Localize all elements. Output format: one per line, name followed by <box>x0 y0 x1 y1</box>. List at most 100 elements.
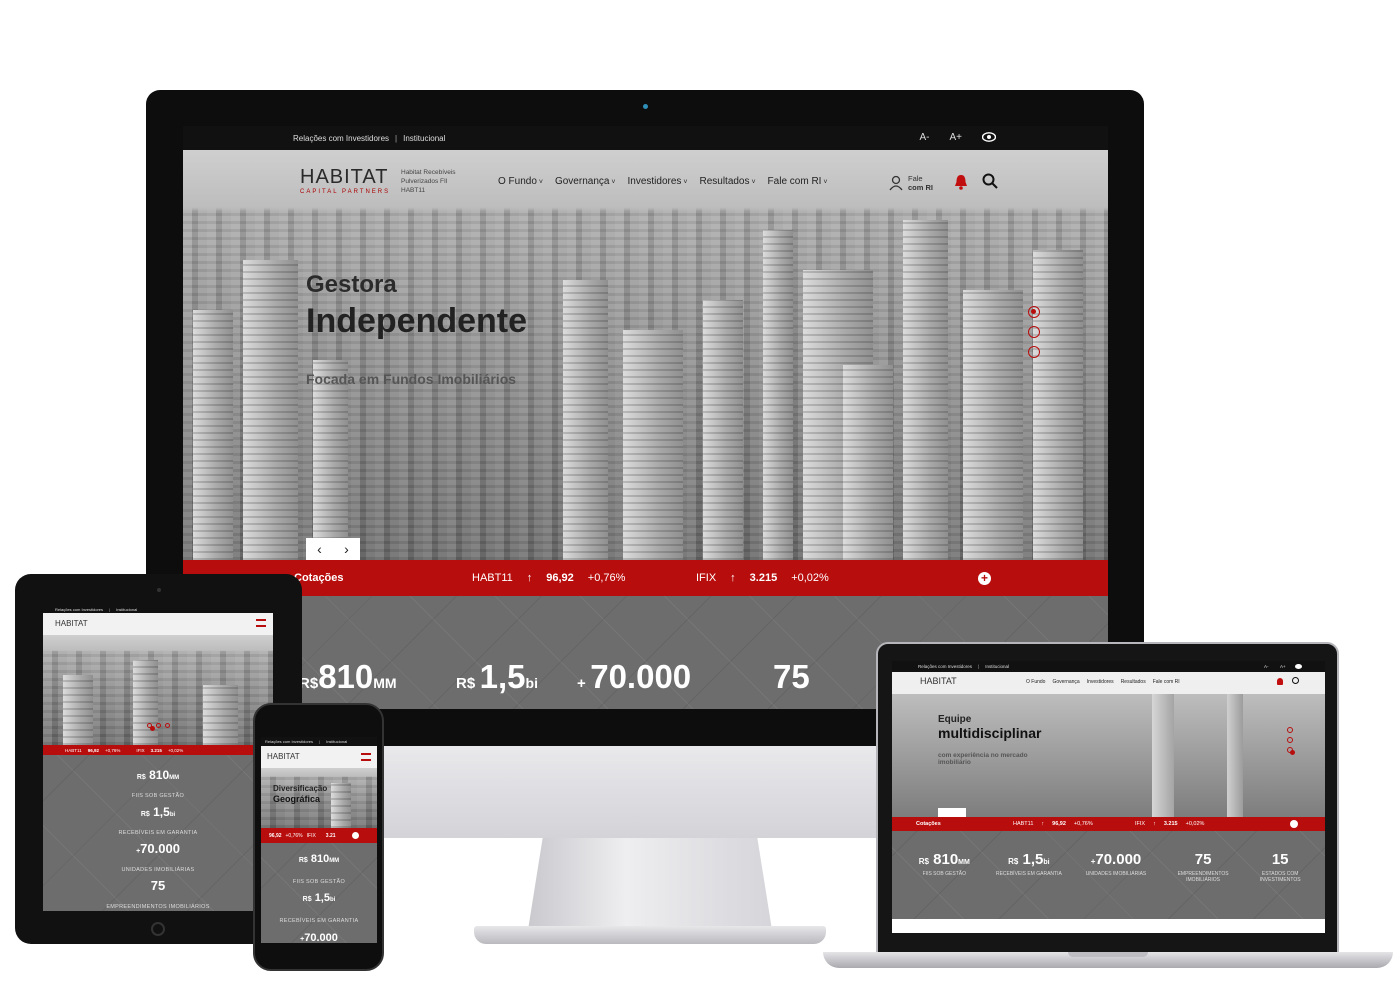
stat-estados: 15 ESTADOS COM INVESTIMENTOS <box>1250 851 1310 883</box>
link-institutional[interactable]: Institucional <box>985 664 1009 669</box>
slider-pagination <box>147 723 170 731</box>
quotes-ticker: Cotações HABT11 ↑ 96,92 +0,76% IFIX ↑ 3.… <box>892 817 1325 831</box>
up-arrow-icon: ↑ <box>1153 821 1156 827</box>
stat-value: 70.000 <box>590 658 692 695</box>
logo-wordmark: HABITAT <box>300 166 389 188</box>
stat-value: 810 <box>318 658 374 695</box>
nav-governanca[interactable]: Governança <box>1052 679 1079 685</box>
stat-suffix: MM <box>169 775 180 781</box>
link-investor-relations[interactable]: Relações com Investidores <box>918 664 972 669</box>
stat-unidades: + 70.000 <box>577 658 691 696</box>
hero-title-large: Independente <box>306 302 528 340</box>
expand-quotes-plus-icon[interactable] <box>351 832 359 839</box>
slider-dot-1[interactable] <box>147 723 155 731</box>
stat-suffix: MM <box>329 858 340 864</box>
slider-dot-2[interactable] <box>1028 326 1040 338</box>
stat-value: 810 <box>310 853 330 865</box>
nav-resultados[interactable]: Resultados <box>1121 679 1146 685</box>
nav-fale-com-ri[interactable]: Fale com RI <box>768 176 828 187</box>
building <box>203 685 238 745</box>
separator: | <box>978 664 980 669</box>
stat-prefix: R$ <box>456 675 476 692</box>
accessibility-controls: A- A+ <box>919 132 996 143</box>
font-increase-button[interactable]: A+ <box>949 132 962 143</box>
search-icon[interactable] <box>982 173 998 189</box>
fale-com-ri-button[interactable]: Fale com RI <box>889 174 933 192</box>
nav-investidores[interactable]: Investidores <box>628 176 688 187</box>
hamburger-menu-icon[interactable] <box>361 753 371 761</box>
stat-suffix: bi <box>329 897 336 903</box>
hamburger-menu-icon[interactable] <box>256 619 266 627</box>
slider-arrows[interactable] <box>938 808 966 817</box>
link-investor-relations[interactable]: Relações com Investidores <box>293 134 389 143</box>
nav-o-fundo[interactable]: O Fundo <box>498 176 543 187</box>
slider-dot-2[interactable] <box>156 723 161 728</box>
stat-prefix: R$ <box>1008 857 1019 866</box>
ticker-symbol: IFIX <box>136 747 145 753</box>
quotes-ticker: HABT11 96,92 +0,76% IFIX 3.215 +0,02% <box>43 745 273 755</box>
ticker-label: Cotações <box>294 572 344 584</box>
stat-value: 1,5 <box>314 892 330 904</box>
stat-suffix: MM <box>958 859 970 866</box>
slider-dot-1[interactable] <box>1287 727 1293 733</box>
font-decrease-button[interactable]: A- <box>919 132 929 143</box>
hero-banner: HABITAT O Fundo Governança Investidores … <box>892 672 1325 817</box>
slider-next-button[interactable]: › <box>333 538 360 560</box>
stat-caption: RECEBÍVEIS EM GARANTIA <box>118 830 198 836</box>
expand-quotes-plus-icon[interactable] <box>1290 820 1298 828</box>
nav-governanca[interactable]: Governança <box>555 176 616 187</box>
up-arrow-icon: ↑ <box>730 572 736 584</box>
habitat-logo[interactable]: HABITAT <box>55 619 88 628</box>
ticker-price: 3.21 <box>325 832 336 839</box>
stat-value: 75 <box>773 658 810 695</box>
monitor-base <box>474 926 826 944</box>
font-increase-button[interactable]: A+ <box>1280 664 1286 669</box>
ticker-item-habt11: HABT11 ↑ 96,92 +0,76% <box>472 572 625 584</box>
nav-fale-com-ri[interactable]: Fale com RI <box>1153 679 1180 685</box>
expand-quotes-plus-icon[interactable]: + <box>978 571 991 585</box>
site-header: HABITAT CAPITAL PARTNERS Habitat Recebív… <box>183 150 1108 206</box>
top-bar: Relações com Investidores | Institucional <box>43 605 273 613</box>
contrast-eye-icon[interactable] <box>982 132 996 143</box>
stat-caption: RECEBÍVEIS EM GARANTIA <box>279 918 359 924</box>
habitat-logo[interactable]: HABITAT CAPITAL PARTNERS <box>300 166 390 195</box>
notification-bell-icon[interactable] <box>1277 678 1283 685</box>
ticker-symbol: HABT11 <box>65 747 82 753</box>
monitor-stand <box>528 838 772 930</box>
link-investor-relations[interactable]: Relações com Investidores <box>55 607 103 612</box>
search-icon[interactable] <box>1292 677 1299 684</box>
building <box>703 300 743 560</box>
site-header: HABITAT <box>261 746 377 768</box>
slider-dot-3[interactable] <box>1028 346 1040 358</box>
link-investor-relations[interactable]: Relações com Investidores <box>265 739 313 744</box>
link-institutional[interactable]: Institucional <box>116 607 137 612</box>
link-institutional[interactable]: Institucional <box>403 134 445 143</box>
habitat-logo[interactable]: HABITAT <box>920 676 957 686</box>
up-arrow-icon: ↑ <box>526 572 533 584</box>
stat-empreendimentos: 75 EMPREENDIMENTOS IMOBILIÁRIOS <box>1166 851 1241 883</box>
slider-dot-2[interactable] <box>1287 737 1293 743</box>
habitat-logo[interactable]: HABITAT <box>267 752 300 761</box>
up-arrow-icon: ↑ <box>1041 821 1045 827</box>
stat-caption: UNIDADES IMOBILIÁRIAS <box>121 867 195 873</box>
top-bar: Relações com Investidores | Institucional … <box>892 661 1325 672</box>
slider-dot-3[interactable] <box>165 723 170 728</box>
ticker-change: +0,76% <box>104 747 121 753</box>
tablet-home-button <box>151 922 165 936</box>
slider-prev-button[interactable]: ‹ <box>306 538 333 560</box>
slider-dot-1[interactable] <box>1028 306 1040 318</box>
ticker-symbol: IFIX <box>696 572 717 584</box>
ticker-change: +0,76% <box>285 832 303 839</box>
contrast-eye-icon[interactable] <box>1295 664 1302 669</box>
nav-investidores[interactable]: Investidores <box>1087 679 1114 685</box>
building <box>763 230 793 560</box>
slider-dot-3[interactable] <box>1287 747 1295 755</box>
stat-caption: RECEBÍVEIS EM GARANTIA <box>995 871 1062 877</box>
nav-o-fundo[interactable]: O Fundo <box>1026 679 1045 685</box>
font-decrease-button[interactable]: A- <box>1264 664 1269 669</box>
link-institutional[interactable]: Institucional <box>326 739 347 744</box>
fale-line-1: Fale <box>908 174 923 183</box>
nav-resultados[interactable]: Resultados <box>699 176 755 187</box>
stat-fiis: R$ 810MM FIIS SOB GESTÃO <box>907 851 982 883</box>
notification-bell-icon[interactable] <box>954 174 968 190</box>
